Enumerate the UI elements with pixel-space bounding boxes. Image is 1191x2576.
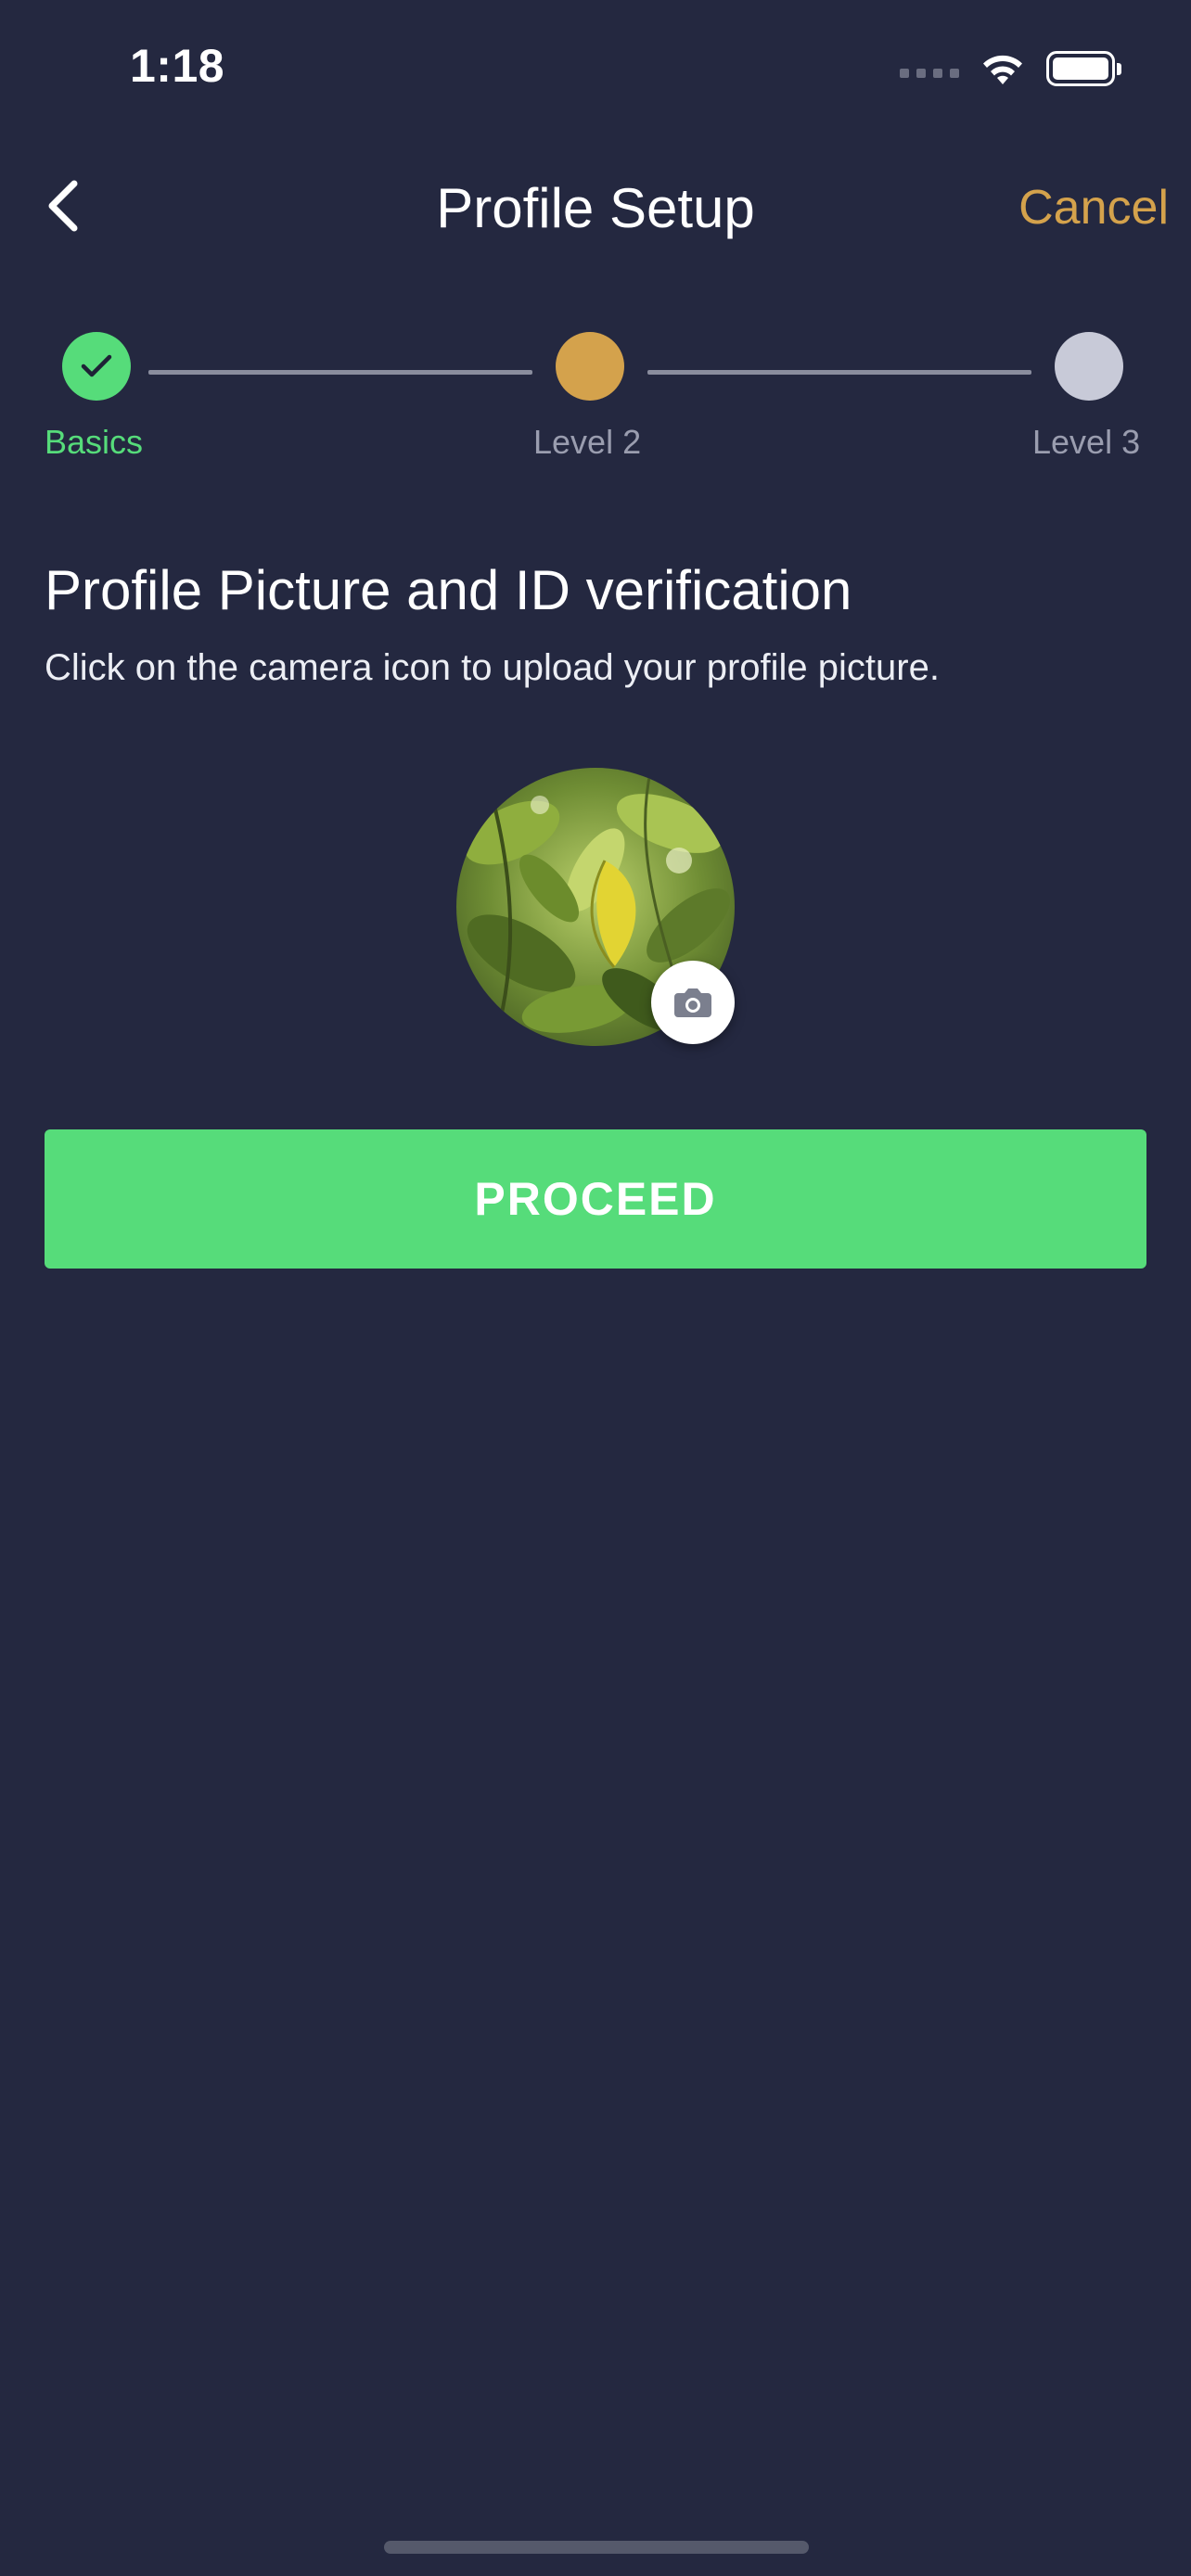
cellular-signal-icon bbox=[900, 59, 959, 78]
home-indicator[interactable] bbox=[384, 2541, 809, 2554]
proceed-button[interactable]: PROCEED bbox=[45, 1129, 1146, 1269]
step-basics-indicator bbox=[62, 332, 131, 401]
section-heading: Profile Picture and ID verification bbox=[45, 559, 852, 621]
step-connector-1 bbox=[148, 370, 532, 375]
battery-icon bbox=[1046, 51, 1121, 86]
status-time: 1:18 bbox=[130, 40, 225, 92]
step-label-level-3: Level 3 bbox=[1032, 423, 1141, 461]
cancel-button[interactable]: Cancel bbox=[1018, 180, 1169, 236]
step-level-3-indicator bbox=[1055, 332, 1123, 401]
step-connector-2 bbox=[647, 370, 1031, 375]
section-description: Click on the camera icon to upload your … bbox=[45, 647, 940, 688]
step-level-2-indicator bbox=[556, 332, 624, 401]
camera-icon bbox=[674, 988, 711, 1017]
step-label-basics: Basics bbox=[45, 423, 144, 461]
step-label-level-2: Level 2 bbox=[533, 423, 642, 461]
page-title: Profile Setup bbox=[436, 177, 755, 239]
camera-upload-button[interactable] bbox=[651, 961, 735, 1044]
checkmark-icon bbox=[81, 354, 112, 377]
status-icons bbox=[900, 45, 1121, 93]
wifi-icon bbox=[983, 55, 1022, 84]
